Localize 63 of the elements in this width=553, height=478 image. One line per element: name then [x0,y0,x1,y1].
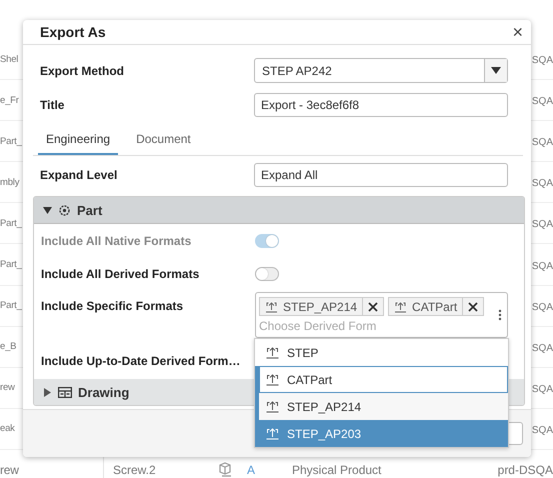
expand-icon [43,388,52,396]
table-cell: Part_ [0,259,22,270]
remove-icon[interactable] [368,302,378,312]
table-cell: SQA [532,302,553,313]
cube-icon [217,461,233,478]
table-cell: eak [0,423,15,434]
table-cell: SQA [532,178,553,190]
table-cell: SQA [532,219,553,230]
upload-icon [394,300,408,312]
field-label: Expand Level [39,168,118,182]
table-cell: Shel [0,54,18,65]
placeholder-text: Choose Derived Form [259,319,376,333]
more-icon[interactable] [498,309,502,321]
tab[interactable]: Document [128,126,199,155]
table-cell: Physical Product [292,463,382,478]
table-cell: Part_ [0,300,22,312]
dropdown-item[interactable]: STEP_AP214 [255,393,508,420]
remove-icon[interactable] [468,302,478,312]
table-cell: mbly [0,176,20,188]
close-button[interactable]: × [508,23,527,41]
field-label: Export Method [39,64,125,78]
table-cell: Part_ [0,136,22,147]
table-cell: SQA [532,96,553,108]
table-cell: e_Fr [0,94,19,106]
table-cell: rew [0,463,19,478]
section-header[interactable]: Part [34,197,524,224]
table-cell: SQA [532,424,553,436]
collapse-icon [43,206,52,214]
upload-icon [265,300,278,312]
table-cell: SQA [532,342,553,354]
table-cell: SQA [532,55,553,66]
input-field[interactable]: Export - 3ec8ef6f8 [254,92,508,116]
option-label: Include All Native Formats [40,234,192,248]
dropdown-item[interactable]: STEP [255,339,508,366]
upload-icon [265,373,280,386]
table-cell: SQA [532,137,553,148]
option-label: Include Up-to-Date Derived Form… [40,354,242,368]
table-cell: Part_ [0,218,22,229]
input-field[interactable]: Expand All [254,162,508,186]
upload-icon [265,400,280,413]
toggle-switch[interactable] [255,266,279,280]
caret-icon [491,67,501,74]
table-cell: SQA [532,260,553,272]
grid-icon [58,386,72,398]
dropdown-item[interactable]: CATPart [255,366,508,393]
dialog-title: Export As [40,24,106,40]
table-cell: prd-DSQA [498,463,553,478]
field-label: Title [39,98,66,112]
table-cell: rew [0,382,15,394]
table-cell: Screw.2 [113,463,156,478]
tab[interactable]: Engineering [38,126,118,155]
select-field[interactable]: STEP AP242 [254,58,508,83]
upload-icon [265,427,280,440]
option-label: Include Specific Formats [40,298,184,313]
format-chip[interactable]: STEP_AP214 [259,297,384,316]
format-chip[interactable]: CATPart [388,297,484,316]
table-cell: e_B [0,341,16,352]
upload-icon [265,346,280,359]
table-cell: A [247,463,256,478]
table-cell: SQA [532,384,553,395]
option-label: Include All Derived Formats [40,266,200,280]
multiselect-field[interactable]: STEP_AP214 CATPart Choose Derived Form [255,292,508,338]
cog-icon [58,204,71,216]
